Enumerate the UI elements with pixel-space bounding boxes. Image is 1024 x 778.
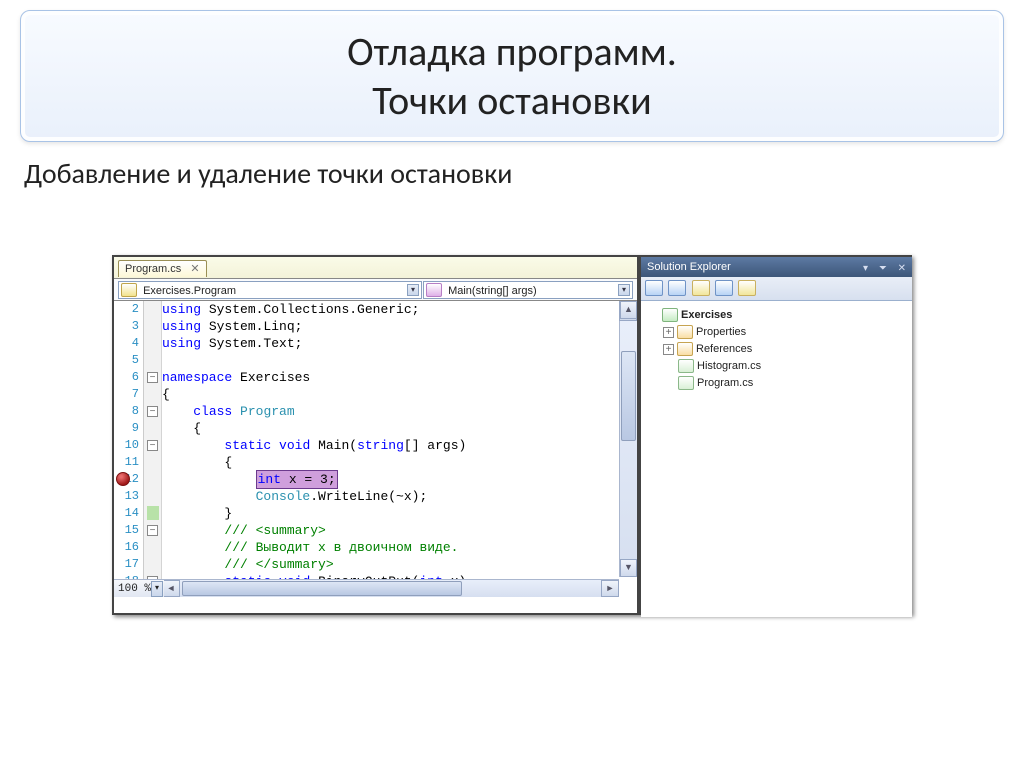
code-editor[interactable]: ↕ 2345678910111213141516171819 −−−−− usi… — [114, 301, 637, 597]
code-line[interactable]: /// <summary> — [162, 522, 619, 539]
code-line[interactable]: namespace Exercises — [162, 369, 619, 386]
line-number: 17 — [114, 556, 139, 573]
toolbar-icon[interactable] — [668, 280, 686, 296]
class-icon — [121, 283, 137, 297]
fold-toggle-icon[interactable]: − — [147, 406, 158, 417]
toolbar-icon[interactable] — [692, 280, 710, 296]
line-number: 2 — [114, 301, 139, 318]
horizontal-scrollbar[interactable]: ◄ ► — [162, 579, 619, 597]
slide-title-line2: Точки остановки — [41, 76, 983, 125]
editor-navbar: Exercises.Program ▾ Main(string[] args) … — [114, 279, 637, 301]
breakpoint-highlight: int x = 3; — [256, 470, 338, 489]
solution-explorer-title: Solution Explorer — [647, 261, 731, 273]
class-selector-label: Exercises.Program — [143, 282, 236, 299]
solution-explorer-toolbar — [641, 277, 912, 301]
tree-expand-icon[interactable]: + — [663, 344, 674, 355]
scroll-thumb[interactable] — [621, 351, 636, 441]
file-icon — [678, 359, 694, 373]
close-icon[interactable]: ✕ — [190, 261, 199, 278]
chevron-down-icon: ▾ — [151, 581, 163, 597]
tree-item[interactable]: + Properties — [647, 324, 906, 341]
code-line[interactable]: /// Выводит x в двоичном виде. — [162, 539, 619, 556]
editor-tabstrip: Program.cs ✕ — [114, 257, 637, 279]
code-line[interactable]: /// </summary> — [162, 556, 619, 573]
slide-title-line1: Отладка программ. — [41, 27, 983, 76]
code-line[interactable]: } — [162, 505, 619, 522]
code-line[interactable]: class Program — [162, 403, 619, 420]
chevron-down-icon: ▾ — [618, 284, 630, 296]
file-icon — [677, 325, 693, 339]
change-marker — [147, 506, 159, 520]
file-icon — [678, 376, 694, 390]
tree-item[interactable]: Program.cs — [647, 375, 906, 392]
editor-tab-program[interactable]: Program.cs ✕ — [118, 260, 207, 277]
solution-explorer-tree[interactable]: Exercises + Properties + References Histogram… — [641, 301, 912, 398]
fold-toggle-icon[interactable]: − — [147, 525, 158, 536]
editor-tab-label: Program.cs — [125, 263, 181, 275]
tree-item-label: References — [696, 343, 752, 355]
line-number: 15 — [114, 522, 139, 539]
code-line[interactable]: { — [162, 454, 619, 471]
line-number: 6 — [114, 369, 139, 386]
file-icon — [677, 342, 693, 356]
line-number: 13 — [114, 488, 139, 505]
code-line[interactable]: using System.Collections.Generic; — [162, 301, 619, 318]
tree-item-label: Properties — [696, 326, 746, 338]
panel-window-controls[interactable]: ▾ ⏷ ✕ — [863, 259, 910, 279]
zoom-level-dropdown[interactable]: 100 % ▾ — [114, 579, 164, 597]
fold-toggle-icon[interactable]: − — [147, 440, 158, 451]
code-line[interactable] — [162, 352, 619, 369]
solution-explorer-panel: Solution Explorer ▾ ⏷ ✕ Exercises + Proper… — [641, 257, 912, 617]
tree-item-label: Histogram.cs — [697, 360, 761, 372]
vertical-scrollbar[interactable]: ▲ ▼ — [619, 321, 637, 577]
tree-expand-icon[interactable]: + — [663, 327, 674, 338]
scroll-left-button[interactable]: ◄ — [162, 580, 180, 597]
line-number: 3 — [114, 318, 139, 335]
tree-item-label: Exercises — [681, 309, 732, 321]
zoom-label: 100 % — [118, 583, 151, 595]
method-icon — [426, 283, 442, 297]
tree-item-label: Program.cs — [697, 377, 753, 389]
slide-subtitle: Добавление и удаление точки остановки — [24, 156, 1000, 191]
code-line[interactable]: using System.Text; — [162, 335, 619, 352]
chevron-down-icon: ▾ — [407, 284, 419, 296]
line-number: 7 — [114, 386, 139, 403]
code-line[interactable]: { — [162, 420, 619, 437]
tree-item[interactable]: + References — [647, 341, 906, 358]
code-line[interactable]: static void Main(string[] args) — [162, 437, 619, 454]
scroll-up-button[interactable]: ▲ — [620, 301, 637, 319]
line-number: 14 — [114, 505, 139, 522]
method-selector-dropdown[interactable]: Main(string[] args) ▾ — [423, 281, 633, 299]
line-number: 5 — [114, 352, 139, 369]
line-number: 8 — [114, 403, 139, 420]
method-selector-label: Main(string[] args) — [448, 282, 537, 299]
line-number: 16 — [114, 539, 139, 556]
tree-item[interactable]: Histogram.cs — [647, 358, 906, 375]
code-line[interactable]: using System.Linq; — [162, 318, 619, 335]
code-text-area[interactable]: using System.Collections.Generic;using S… — [162, 301, 619, 597]
ide-screenshot: Program.cs ✕ Exercises.Program ▾ Main(st… — [112, 255, 912, 615]
scroll-right-button[interactable]: ► — [601, 580, 619, 597]
tree-item[interactable]: Exercises — [647, 307, 906, 324]
line-number-gutter[interactable]: 2345678910111213141516171819 — [114, 301, 144, 597]
code-line[interactable]: { — [162, 386, 619, 403]
breakpoint-margin[interactable]: −−−−− — [144, 301, 162, 597]
toolbar-icon[interactable] — [738, 280, 756, 296]
code-line[interactable]: int x = 3; — [162, 471, 619, 488]
code-line[interactable]: Console.WriteLine(~x); — [162, 488, 619, 505]
toolbar-icon[interactable] — [715, 280, 733, 296]
slide-title-block: Отладка программ. Точки остановки — [20, 10, 1004, 142]
file-icon — [662, 308, 678, 322]
line-number: 9 — [114, 420, 139, 437]
class-selector-dropdown[interactable]: Exercises.Program ▾ — [118, 281, 422, 299]
scroll-down-button[interactable]: ▼ — [620, 559, 637, 577]
line-number: 10 — [114, 437, 139, 454]
solution-explorer-header[interactable]: Solution Explorer ▾ ⏷ ✕ — [641, 257, 912, 277]
line-number: 4 — [114, 335, 139, 352]
breakpoint-icon[interactable] — [116, 472, 130, 486]
line-number: 11 — [114, 454, 139, 471]
toolbar-icon[interactable] — [645, 280, 663, 296]
fold-toggle-icon[interactable]: − — [147, 372, 158, 383]
scroll-thumb[interactable] — [182, 581, 462, 596]
